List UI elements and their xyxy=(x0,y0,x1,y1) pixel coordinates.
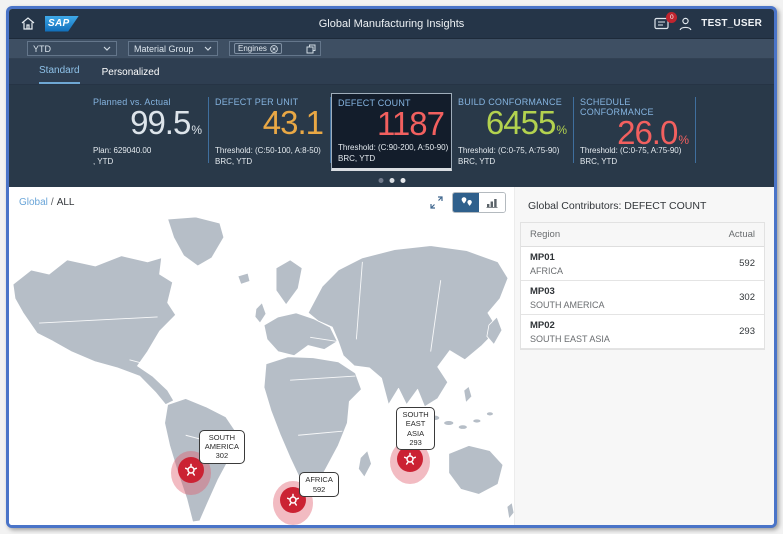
notifications-icon[interactable]: 0 xyxy=(654,17,670,30)
chart-view-button[interactable] xyxy=(479,193,505,212)
carousel-dot[interactable] xyxy=(400,178,405,183)
contributors-title: Global Contributors: DEFECT COUNT xyxy=(528,200,765,212)
shell-header: SAP Global Manufacturing Insights 0 TEST… xyxy=(9,9,774,39)
user-name[interactable]: TEST_USER xyxy=(701,18,762,29)
tile-subtitle: Threshold: (C:0-75, A:75-90)BRC, YTD xyxy=(458,146,559,168)
column-region: Region xyxy=(530,229,560,240)
view-switch xyxy=(452,192,506,213)
world-map-svg xyxy=(9,217,514,525)
person-icon[interactable] xyxy=(679,17,692,31)
map-panel: Global/ALL xyxy=(9,187,514,525)
marker-label[interactable]: SOUTH EAST ASIA 293 xyxy=(396,407,434,451)
tile-subtitle: Threshold: (C:50-100, A:8-50)BRC, YTD xyxy=(215,146,321,168)
tile-value: 43.1 xyxy=(215,105,324,148)
kpi-tile-row: Planned vs. Actual 99.5% Plan: 629040.00… xyxy=(9,85,774,187)
filter-token-engines[interactable]: Engines xyxy=(234,43,282,54)
full-screen-icon[interactable] xyxy=(430,196,443,209)
map-view-button[interactable] xyxy=(453,193,479,212)
breadcrumb-current: ALL xyxy=(57,197,75,208)
kpi-tile-build-conformance[interactable]: BUILD CONFORMANCE 6455% Threshold: (C:0-… xyxy=(452,93,573,171)
table-row[interactable]: MP02SOUTH EAST ASIA 293 xyxy=(521,315,764,349)
column-actual: Actual xyxy=(729,229,755,240)
kpi-tile-schedule-conformance[interactable]: SCHEDULE CONFORMANCE 26.0% Threshold: (C… xyxy=(574,93,695,171)
content-area: Global/ALL xyxy=(9,187,774,525)
tile-subtitle: Threshold: (C:0-75, A:75-90)BRC, YTD xyxy=(580,146,681,168)
token-input-field[interactable]: Engines xyxy=(229,41,321,56)
remove-circle-icon[interactable] xyxy=(270,45,278,53)
breadcrumb: Global/ALL xyxy=(19,197,74,208)
carousel-dot[interactable] xyxy=(378,178,383,183)
kpi-tile-defect-count[interactable]: DEFECT COUNT 1187 Threshold: (C:90-200, … xyxy=(331,93,452,171)
table-row[interactable]: MP01AFRICA 592 xyxy=(521,247,764,281)
table-row[interactable]: MP03SOUTH AMERICA 302 xyxy=(521,281,764,315)
period-select-value: YTD xyxy=(33,44,51,54)
notification-badge: 0 xyxy=(666,12,677,23)
marker-label[interactable]: AFRICA 592 xyxy=(299,472,339,497)
material-group-select[interactable]: Material Group xyxy=(128,41,218,56)
tile-subtitle: Plan: 629040.00, YTD xyxy=(93,146,151,168)
carousel-dot[interactable] xyxy=(389,178,394,183)
variant-tabs: Standard Personalized xyxy=(9,59,774,85)
table-header: Region Actual xyxy=(521,223,764,247)
kpi-tile-defect-per-unit[interactable]: DEFECT PER UNIT 43.1 Threshold: (C:50-10… xyxy=(209,93,330,171)
carousel-dots xyxy=(378,178,405,183)
contributors-table: Region Actual MP01AFRICA 592 MP03SOUTH A… xyxy=(520,222,765,350)
bar-chart-icon xyxy=(486,197,498,208)
marker-label[interactable]: SOUTH AMERICA 302 xyxy=(199,430,245,464)
tile-subtitle: Threshold: (C:90-200, A:50-90)BRC, YTD xyxy=(338,143,448,165)
map-toolbar: Global/ALL xyxy=(9,187,514,217)
map-view-icon xyxy=(460,196,473,208)
map-toolbar-actions xyxy=(430,192,506,213)
tile-value: 99.5% xyxy=(93,105,202,148)
token-label: Engines xyxy=(238,44,267,53)
tab-standard[interactable]: Standard xyxy=(39,65,80,84)
contributors-panel: Global Contributors: DEFECT COUNT Region… xyxy=(514,187,774,525)
material-group-select-value: Material Group xyxy=(134,44,194,54)
chevron-down-icon xyxy=(103,46,111,51)
chevron-down-icon xyxy=(204,46,212,51)
period-select[interactable]: YTD xyxy=(27,41,117,56)
value-help-icon[interactable] xyxy=(306,44,316,54)
filter-bar: YTD Material Group Engines xyxy=(9,39,774,59)
world-map[interactable]: SOUTH AMERICA 302 AFRICA 592 xyxy=(9,217,514,525)
tile-divider xyxy=(695,97,696,163)
kpi-tile-planned-vs-actual[interactable]: Planned vs. Actual 99.5% Plan: 629040.00… xyxy=(87,93,208,171)
tile-value: 6455% xyxy=(458,105,567,148)
tab-personalized[interactable]: Personalized xyxy=(102,67,160,84)
app-window: SAP Global Manufacturing Insights 0 TEST… xyxy=(6,6,777,528)
shell-header-right: 0 TEST_USER xyxy=(654,17,774,31)
breadcrumb-global-link[interactable]: Global xyxy=(19,197,48,208)
screenshot-root: SAP Global Manufacturing Insights 0 TEST… xyxy=(0,0,783,534)
